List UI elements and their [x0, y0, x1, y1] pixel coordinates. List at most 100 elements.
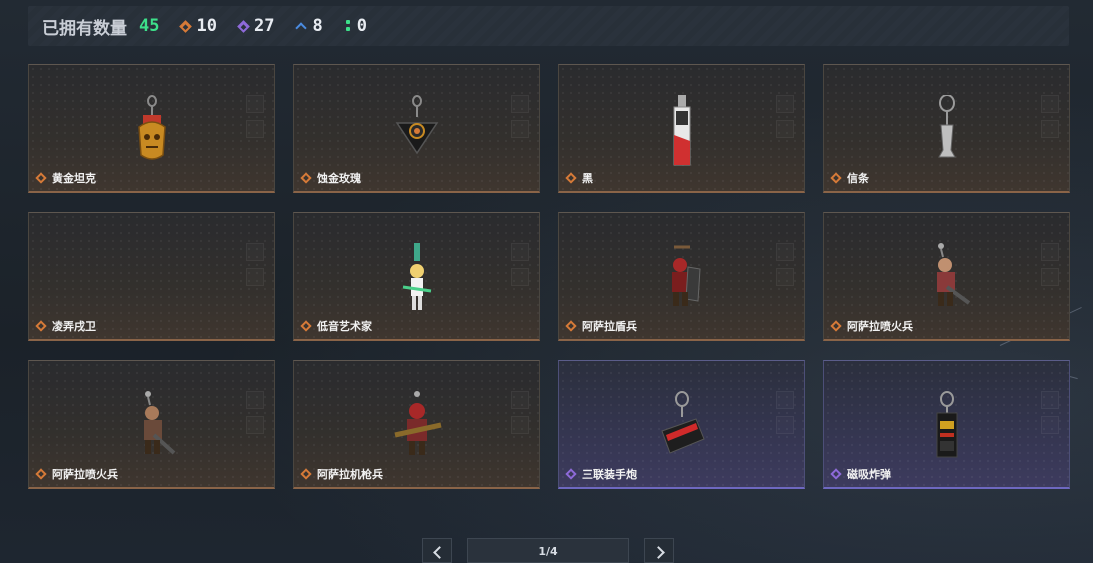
card-decoration — [776, 391, 794, 409]
owned-count-title: 已拥有数量 — [42, 18, 127, 39]
item-label: 三联装手炮 — [565, 466, 637, 482]
item-name: 黑 — [582, 172, 593, 185]
card-decoration — [246, 391, 264, 409]
page-indicator: 1/4 — [467, 538, 629, 563]
creed-charm-icon — [917, 94, 977, 171]
item-label: 黑 — [565, 170, 593, 186]
item-label: 阿萨拉机枪兵 — [300, 466, 383, 482]
machine-gunner-charm-icon — [387, 391, 447, 467]
chevron-right-icon — [652, 546, 665, 559]
item-card[interactable]: 黑 — [558, 64, 805, 193]
count-value: 10 — [196, 16, 217, 36]
card-decoration — [1041, 391, 1059, 409]
card-decoration — [511, 120, 529, 138]
orange-diamond-icon — [300, 468, 312, 480]
green-rarity-count: 0 — [345, 16, 367, 36]
magnetic-bomb-charm-icon — [917, 391, 977, 467]
item-card[interactable]: 低音艺术家 — [293, 212, 540, 341]
item-label: 凌弄戌卫 — [35, 318, 96, 334]
gold-rose-charm-icon — [387, 95, 447, 171]
orange-diamond-icon — [300, 172, 312, 184]
item-card[interactable]: 阿萨拉喷火兵 — [28, 360, 275, 489]
bass-artist-charm-icon — [387, 243, 447, 319]
card-decoration — [776, 243, 794, 261]
item-card[interactable]: 阿萨拉喷火兵 — [823, 212, 1070, 341]
item-card[interactable]: 黄金坦克 — [28, 64, 275, 193]
item-card[interactable]: 信条 — [823, 64, 1070, 193]
card-decoration — [246, 416, 264, 434]
item-name: 阿萨拉喷火兵 — [847, 320, 913, 333]
item-name: 三联装手炮 — [582, 468, 637, 481]
item-name: 低音艺术家 — [317, 320, 372, 333]
chevron-left-icon — [433, 546, 446, 559]
black-card-charm-icon — [652, 95, 712, 171]
card-decoration — [246, 243, 264, 261]
card-decoration — [1041, 120, 1059, 138]
count-value: 8 — [312, 16, 323, 36]
item-card[interactable]: 蚀金玫瑰 — [293, 64, 540, 193]
card-decoration — [1041, 268, 1059, 286]
orange-diamond-icon — [35, 468, 47, 480]
green-dots-icon — [345, 20, 351, 32]
item-label: 低音艺术家 — [300, 318, 372, 334]
card-decoration — [1041, 95, 1059, 113]
owned-total-count: 45 — [139, 16, 160, 36]
item-card[interactable]: 阿萨拉机枪兵 — [293, 360, 540, 489]
purple-diamond-icon — [830, 468, 842, 480]
triple-hand-cannon-charm-icon — [652, 391, 712, 467]
purple-diamond-icon — [237, 19, 250, 33]
item-label: 信条 — [830, 170, 869, 186]
card-decoration — [246, 120, 264, 138]
item-name: 阿萨拉盾兵 — [582, 320, 637, 333]
card-decoration — [776, 416, 794, 434]
card-decoration — [511, 268, 529, 286]
item-name: 信条 — [847, 172, 869, 185]
orange-diamond-icon — [35, 172, 47, 184]
orange-diamond-icon — [179, 19, 193, 33]
golden-tank-charm-icon — [122, 95, 182, 171]
blue-rarity-count: 8 — [296, 16, 322, 36]
item-label: 阿萨拉盾兵 — [565, 318, 637, 334]
pagination: 1/4 — [0, 538, 1093, 563]
item-label: 蚀金玫瑰 — [300, 170, 361, 186]
item-card[interactable]: 阿萨拉盾兵 — [558, 212, 805, 341]
item-grid: 黄金坦克 蚀金玫瑰 黑 信条 凌弄戌卫 低音艺术家 阿萨拉盾兵 阿萨拉喷火兵 阿… — [28, 64, 1070, 489]
card-decoration — [511, 243, 529, 261]
collection-screen: 已拥有数量 45 10 27 8 0 黄金坦克 蚀金玫瑰 黑 信条 凌弄戌卫 低… — [0, 0, 1093, 563]
previous-page-button[interactable] — [422, 538, 452, 563]
item-name: 凌弄戌卫 — [52, 320, 96, 333]
flamethrower-soldier-charm-icon — [122, 391, 182, 467]
item-name: 磁吸炸弹 — [847, 468, 891, 481]
item-name: 蚀金玫瑰 — [317, 172, 361, 185]
next-page-button[interactable] — [644, 538, 674, 563]
count-value: 27 — [253, 16, 275, 36]
orange-diamond-icon — [565, 172, 577, 184]
purple-diamond-icon — [565, 468, 577, 480]
item-card[interactable]: 磁吸炸弹 — [823, 360, 1070, 489]
orange-diamond-icon — [565, 320, 577, 332]
card-decoration — [511, 416, 529, 434]
owned-summary-bar: 已拥有数量 45 10 27 8 0 — [28, 6, 1069, 46]
orange-rarity-count: 10 — [179, 16, 217, 36]
flamethrower-soldier-charm-icon — [917, 243, 977, 319]
item-card[interactable]: 凌弄戌卫 — [28, 212, 275, 341]
card-decoration — [776, 95, 794, 113]
item-name: 阿萨拉机枪兵 — [317, 468, 383, 481]
orange-diamond-icon — [830, 172, 842, 184]
item-label: 黄金坦克 — [35, 170, 96, 186]
card-decoration — [246, 268, 264, 286]
card-decoration — [776, 268, 794, 286]
orange-diamond-icon — [830, 320, 842, 332]
card-decoration — [776, 120, 794, 138]
card-decoration — [1041, 243, 1059, 261]
item-label: 阿萨拉喷火兵 — [35, 466, 118, 482]
item-name: 黄金坦克 — [52, 172, 96, 185]
orange-diamond-icon — [300, 320, 312, 332]
item-card[interactable]: 三联装手炮 — [558, 360, 805, 489]
card-decoration — [511, 391, 529, 409]
item-label: 磁吸炸弹 — [830, 466, 891, 482]
card-decoration — [1041, 416, 1059, 434]
item-label: 阿萨拉喷火兵 — [830, 318, 913, 334]
card-decoration — [511, 95, 529, 113]
orange-diamond-icon — [35, 320, 47, 332]
